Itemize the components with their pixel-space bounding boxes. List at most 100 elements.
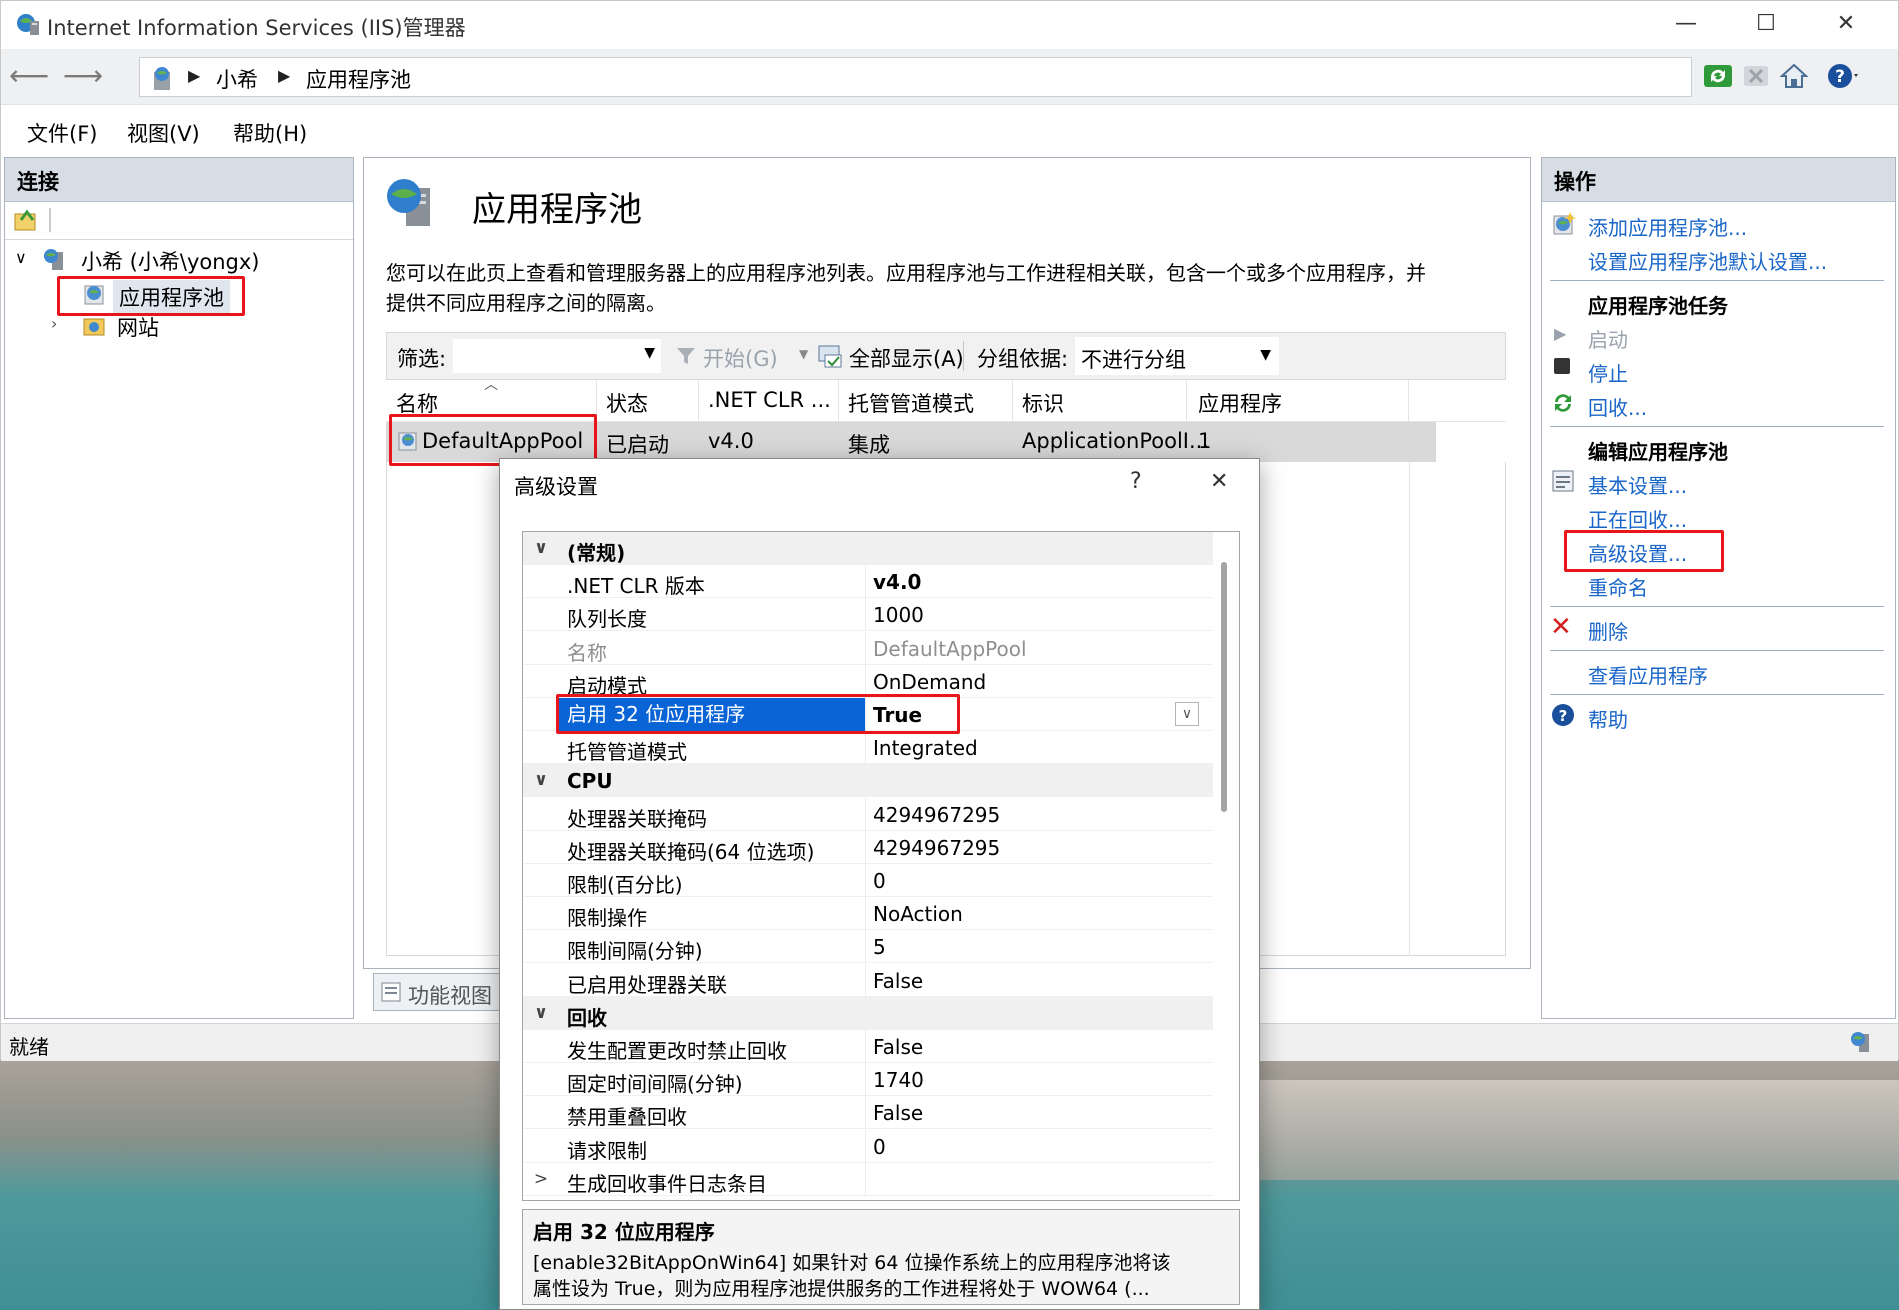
property-value[interactable]: True xyxy=(873,703,922,727)
action-recycling[interactable]: 正在回收... xyxy=(1588,504,1687,533)
tab-features-view[interactable]: 功能视图 xyxy=(373,973,503,1011)
property-category[interactable]: ∨ (常规) xyxy=(523,532,1213,565)
value-dropdown-icon[interactable]: ∨ xyxy=(1175,702,1199,726)
show-all-button[interactable]: 全部显示(A) xyxy=(849,343,964,373)
property-value[interactable]: 4294967295 xyxy=(873,836,1000,860)
action-set-defaults[interactable]: 设置应用程序池默认设置... xyxy=(1588,246,1827,275)
property-row[interactable]: .NET CLR 版本 v4.0 xyxy=(523,565,1213,599)
property-row[interactable]: 发生配置更改时禁止回收 False xyxy=(523,1030,1213,1063)
property-row[interactable]: 限制操作 NoAction xyxy=(523,897,1213,931)
connect-icon[interactable] xyxy=(13,208,39,232)
expand-toggle-icon[interactable]: ∨ xyxy=(523,532,559,565)
property-gutter xyxy=(523,831,559,864)
breadcrumb[interactable]: ▶ 小希 ▶ 应用程序池 xyxy=(139,57,1692,97)
stop-icon[interactable] xyxy=(1739,59,1773,93)
property-row[interactable]: 启用 32 位应用程序 True ∨ xyxy=(523,698,1213,731)
property-value[interactable]: 1740 xyxy=(873,1068,924,1092)
tree-item-app-pools[interactable]: 应用程序池 xyxy=(113,280,230,314)
expand-toggle-icon[interactable]: > xyxy=(523,1163,559,1196)
dialog-help-button[interactable]: ? xyxy=(1130,469,1142,494)
property-row[interactable]: 限制(百分比) 0 xyxy=(523,864,1213,897)
minimize-button[interactable]: — xyxy=(1668,9,1704,41)
property-gutter xyxy=(523,1063,559,1096)
action-basic-settings[interactable]: 基本设置... xyxy=(1588,470,1687,499)
action-stop[interactable]: 停止 xyxy=(1588,358,1628,387)
property-row[interactable]: 启动模式 OnDemand xyxy=(523,664,1213,698)
dialog-title: 高级设置 xyxy=(514,475,598,499)
tree-item-sites[interactable]: 网站 xyxy=(117,312,159,342)
property-row[interactable]: 固定时间间隔(分钟) 1740 xyxy=(523,1063,1213,1097)
connections-toolbar xyxy=(5,202,353,240)
property-row[interactable]: 禁用重叠回收 False xyxy=(523,1096,1213,1130)
property-value[interactable]: v4.0 xyxy=(873,570,921,594)
breadcrumb-server[interactable]: 小希 xyxy=(216,64,258,94)
property-row[interactable]: > 生成回收事件日志条目 xyxy=(523,1162,1213,1196)
start-filter-button[interactable]: 开始(G) xyxy=(703,343,778,373)
action-help[interactable]: 帮助 xyxy=(1588,704,1628,733)
action-recycle[interactable]: 回收... xyxy=(1588,392,1647,421)
menu-help[interactable]: 帮助(H) xyxy=(233,118,307,148)
property-value[interactable]: Integrated xyxy=(873,736,978,760)
action-advanced-settings[interactable]: 高级设置... xyxy=(1588,538,1687,567)
property-category[interactable]: ∨ 回收 xyxy=(523,996,1213,1030)
property-value[interactable]: OnDemand xyxy=(873,670,986,694)
close-button[interactable]: ✕ xyxy=(1828,9,1864,41)
toolbar-divider xyxy=(49,208,51,232)
home-icon[interactable] xyxy=(1777,59,1811,93)
tree-expand-server-icon[interactable]: ∨ xyxy=(15,248,27,267)
property-column-divider xyxy=(865,631,866,665)
breadcrumb-app-pools[interactable]: 应用程序池 xyxy=(306,64,411,94)
refresh-icon[interactable] xyxy=(1701,59,1735,93)
column-identity[interactable]: 标识 xyxy=(1022,388,1064,418)
column-name[interactable]: 名称 xyxy=(396,388,438,418)
table-row[interactable]: DefaultAppPool 已启动 v4.0 集成 ApplicationPo… xyxy=(386,422,1436,462)
property-value: DefaultAppPool xyxy=(873,636,1027,661)
description-line-1: [enable32BitAppOnWin64] 如果针对 64 位操作系统上的应… xyxy=(533,1252,1171,1274)
property-value[interactable]: 0 xyxy=(873,1135,886,1159)
tree-expand-sites-icon[interactable]: › xyxy=(51,314,57,333)
dialog-close-button[interactable]: ✕ xyxy=(1210,469,1228,494)
property-row[interactable]: 已启用处理器关联 False xyxy=(523,963,1213,997)
column-pipeline[interactable]: 托管管道模式 xyxy=(848,388,974,418)
column-clr[interactable]: .NET CLR ... xyxy=(708,388,831,412)
start-dropdown-icon[interactable]: ▼ xyxy=(799,347,808,361)
property-grid-scrollbar[interactable] xyxy=(1221,562,1227,812)
property-value[interactable]: 0 xyxy=(873,869,886,893)
action-view-apps[interactable]: 查看应用程序 xyxy=(1588,660,1708,689)
property-value[interactable]: False xyxy=(873,1101,923,1125)
expand-toggle-icon[interactable]: ∨ xyxy=(523,997,559,1030)
action-add-app-pool[interactable]: 添加应用程序池... xyxy=(1588,212,1747,241)
property-value[interactable]: False xyxy=(873,969,923,993)
help-icon[interactable]: ? xyxy=(1825,59,1859,93)
menu-file[interactable]: 文件(F) xyxy=(27,118,97,148)
property-row[interactable]: 托管管道模式 Integrated xyxy=(523,731,1213,765)
property-category[interactable]: ∨ CPU xyxy=(523,764,1213,798)
action-delete[interactable]: 删除 xyxy=(1588,616,1628,645)
property-row[interactable]: 限制间隔(分钟) 5 xyxy=(523,930,1213,964)
property-value[interactable]: False xyxy=(873,1035,923,1059)
property-row[interactable]: 队列长度 1000 xyxy=(523,598,1213,632)
property-column-divider xyxy=(865,930,866,964)
column-applications[interactable]: 应用程序 xyxy=(1198,388,1282,418)
action-rename[interactable]: 重命名 xyxy=(1588,572,1648,601)
tree-item-server[interactable]: 小希 (小希\yongx) xyxy=(81,246,259,276)
expand-toggle-icon[interactable]: ∨ xyxy=(523,764,559,797)
forward-arrow-icon[interactable]: ⟶ xyxy=(63,61,103,93)
filter-input[interactable]: ▼ xyxy=(453,339,661,373)
group-by-select[interactable]: 不进行分组 ▼ xyxy=(1075,337,1279,375)
property-gutter xyxy=(523,798,559,831)
menu-view[interactable]: 视图(V) xyxy=(127,118,200,148)
maximize-button[interactable]: ☐ xyxy=(1748,9,1784,41)
property-value[interactable]: 1000 xyxy=(873,603,924,627)
features-view-icon xyxy=(381,982,401,1002)
property-value[interactable]: 5 xyxy=(873,935,886,959)
property-row[interactable]: 处理器关联掩码 4294967295 xyxy=(523,797,1213,831)
property-row[interactable]: 处理器关联掩码(64 位选项) 4294967295 xyxy=(523,830,1213,864)
column-status[interactable]: 状态 xyxy=(606,388,648,418)
action-start[interactable]: 启动 xyxy=(1588,324,1628,353)
property-value[interactable]: NoAction xyxy=(873,902,963,926)
property-row[interactable]: 请求限制 0 xyxy=(523,1129,1213,1163)
property-value[interactable]: 4294967295 xyxy=(873,803,1000,827)
property-row[interactable]: 名称 DefaultAppPool xyxy=(523,631,1213,665)
back-arrow-icon[interactable]: ⟵ xyxy=(9,61,49,93)
